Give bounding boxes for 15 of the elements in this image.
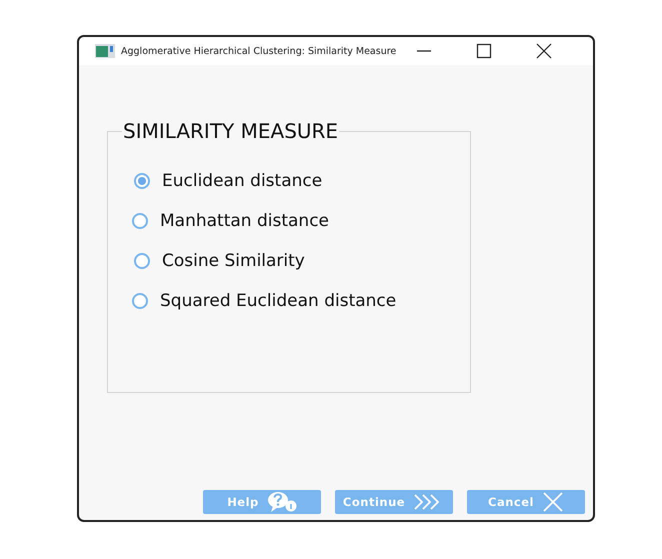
option-label[interactable]: Manhattan distance: [160, 211, 330, 231]
radio-button[interactable]: [132, 213, 148, 229]
help-icon: [266, 491, 297, 513]
radio-button[interactable]: [132, 293, 148, 309]
app-icon: [95, 44, 115, 58]
radio-button[interactable]: [134, 253, 150, 269]
group-title: SIMILARITY MEASURE: [122, 119, 340, 143]
option-label[interactable]: Euclidean distance: [162, 171, 322, 191]
window-title: Agglomerative Hierarchical Clustering: Similarity Measure: [121, 46, 396, 56]
option-label[interactable]: Cosine Similarity: [162, 251, 305, 271]
close-icon[interactable]: [536, 43, 552, 59]
close-icon: [542, 492, 564, 512]
option-label[interactable]: Squared Euclidean distance: [160, 291, 396, 311]
radio-button[interactable]: [134, 173, 150, 189]
maximize-icon[interactable]: [476, 43, 492, 59]
